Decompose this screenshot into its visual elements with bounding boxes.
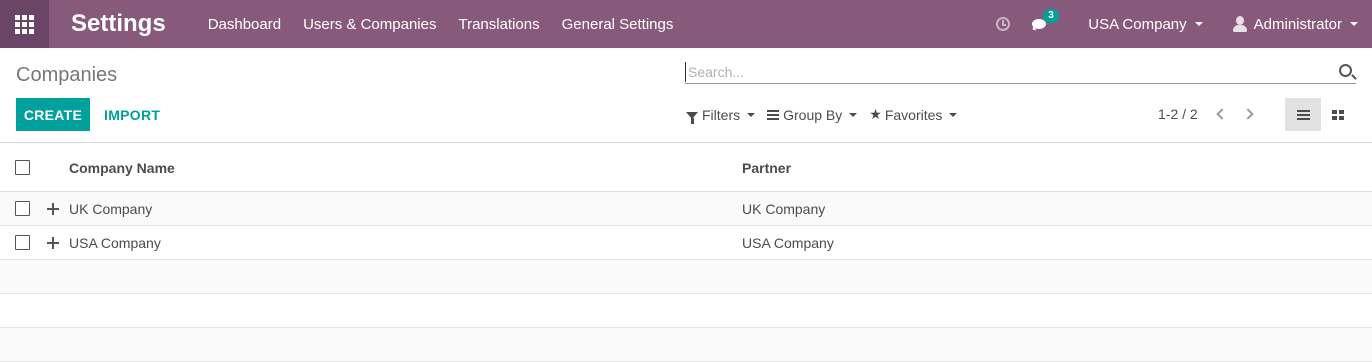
table-header: Company Name Partner [0, 143, 1372, 192]
groupby-label: Group By [783, 106, 843, 123]
chevron-down-icon [949, 112, 958, 117]
drag-handle-icon[interactable] [46, 236, 60, 250]
drag-handle-icon[interactable] [46, 202, 60, 216]
user-name: Administrator [1253, 15, 1342, 33]
app-title: Settings [71, 10, 166, 37]
bars-icon [767, 109, 780, 120]
groupby-dropdown[interactable]: Group By [767, 106, 858, 123]
filters-dropdown[interactable]: Filters [686, 106, 756, 124]
list-view-button[interactable] [1285, 98, 1321, 131]
empty-row [0, 294, 1372, 328]
search-bar [685, 62, 1356, 84]
create-button[interactable]: CREATE [16, 98, 90, 131]
empty-row [0, 328, 1372, 362]
kanban-view-button[interactable] [1321, 98, 1355, 131]
chevron-down-icon [747, 112, 756, 117]
kanban-icon [1332, 109, 1344, 120]
chevron-down-icon [849, 112, 858, 117]
search-icon[interactable] [1339, 64, 1352, 77]
filter-icon [686, 111, 698, 124]
table-row[interactable]: UK Company UK Company [0, 192, 1372, 226]
cell-partner: USA Company [742, 235, 834, 251]
control-panel: Companies CREATE IMPORT Filters Group By… [0, 48, 1372, 143]
row-checkbox[interactable] [15, 201, 30, 216]
select-all-checkbox[interactable] [15, 160, 30, 175]
apps-grid-icon [15, 14, 34, 34]
company-switcher-label: USA Company [1088, 15, 1187, 33]
activity-clock-icon[interactable] [996, 17, 1011, 31]
star-icon: ★ [869, 106, 882, 122]
top-navbar: Settings Dashboard Users & Companies Tra… [0, 0, 1372, 48]
column-header-company-name[interactable]: Company Name [69, 160, 175, 176]
systray: 3 USA Company Administrator [996, 0, 1372, 48]
user-menu[interactable]: Administrator [1232, 15, 1358, 33]
breadcrumb: Companies [16, 64, 118, 86]
chevron-left-icon[interactable] [1216, 108, 1228, 120]
column-header-partner[interactable]: Partner [742, 160, 791, 176]
pager-value[interactable]: 1-2 / 2 [1158, 106, 1198, 122]
cell-company-name: USA Company [69, 235, 161, 251]
menu-item-dashboard[interactable]: Dashboard [208, 16, 281, 33]
search-options: Filters Group By ★ Favorites [686, 106, 969, 124]
company-switcher[interactable]: USA Company [1088, 15, 1203, 33]
chevron-down-icon [1350, 22, 1358, 26]
apps-menu-button[interactable] [0, 0, 49, 48]
row-checkbox[interactable] [15, 235, 30, 250]
menu-item-users-companies[interactable]: Users & Companies [303, 16, 436, 33]
user-avatar-icon [1232, 16, 1247, 32]
messaging-menu[interactable]: 3 [1032, 9, 1059, 32]
cell-partner: UK Company [742, 201, 826, 217]
chevron-right-icon[interactable] [1242, 108, 1254, 120]
search-input[interactable] [685, 62, 1325, 82]
cell-company-name: UK Company [69, 201, 153, 217]
favorites-dropdown[interactable]: ★ Favorites [869, 106, 958, 123]
list-icon [1296, 109, 1310, 120]
table-row[interactable]: USA Company USA Company [0, 226, 1372, 260]
companies-table: Company Name Partner UK Company UK Compa… [0, 143, 1372, 362]
import-button[interactable]: IMPORT [104, 98, 160, 131]
empty-row [0, 260, 1372, 294]
chevron-down-icon [1194, 22, 1203, 26]
menu-item-translations[interactable]: Translations [458, 16, 539, 33]
favorites-label: Favorites [884, 106, 943, 123]
main-menu: Dashboard Users & Companies Translations… [208, 16, 696, 33]
filters-label: Filters [702, 106, 741, 123]
menu-item-general-settings[interactable]: General Settings [562, 16, 674, 33]
chat-counter-badge: 3 [1043, 9, 1059, 23]
